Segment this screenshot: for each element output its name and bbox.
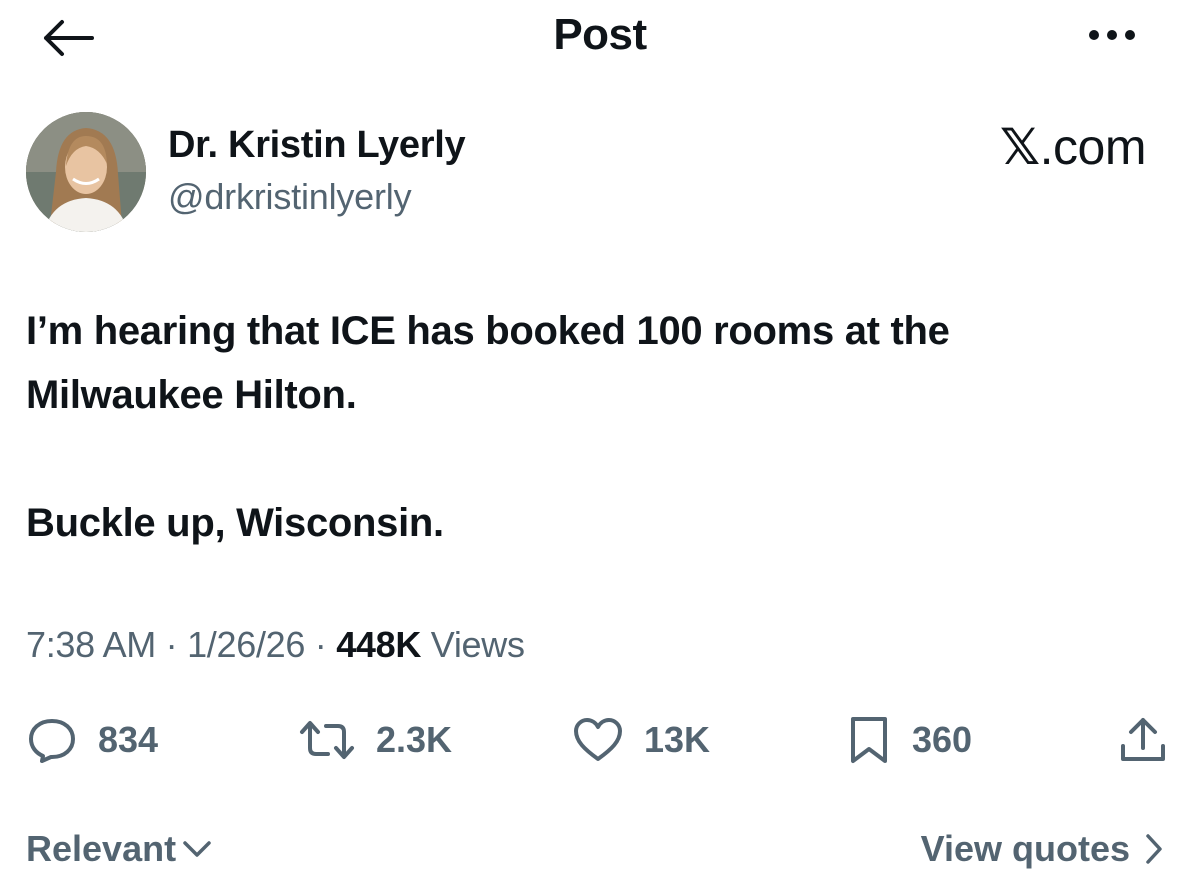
view-quotes-label: View quotes — [920, 828, 1130, 869]
bookmark-button[interactable]: 360 — [846, 712, 972, 768]
x-com-watermark: 𝕏.com — [999, 118, 1147, 176]
bookmark-count: 360 — [912, 719, 973, 760]
share-button[interactable] — [1118, 712, 1168, 768]
share-icon — [1121, 718, 1165, 761]
chevron-right-icon — [1146, 834, 1162, 864]
like-button[interactable]: 13K — [572, 712, 710, 768]
post-text-line-2: Milwaukee Hilton. — [26, 373, 357, 417]
repost-count: 2.3K — [376, 719, 453, 760]
meta-separator: · — [305, 624, 337, 665]
author-name[interactable]: Dr. Kristin Lyerly — [168, 124, 466, 167]
views-count: 448K — [336, 624, 422, 665]
post-text-line-1: I’m hearing that ICE has booked 100 room… — [26, 309, 950, 353]
reply-count: 834 — [98, 719, 159, 760]
post-text-line-3: Buckle up, Wisconsin. — [26, 501, 444, 545]
post-date[interactable]: 1/26/26 — [187, 624, 305, 665]
repost-button[interactable]: 2.3K — [298, 712, 452, 768]
view-quotes-link[interactable]: View quotes — [921, 828, 1164, 870]
author-handle[interactable]: @drkristinlyerly — [168, 176, 412, 218]
page-title: Post — [553, 10, 647, 59]
avatar[interactable] — [26, 112, 146, 232]
reply-button[interactable]: 834 — [26, 712, 158, 768]
reply-icon — [29, 719, 75, 763]
like-count: 13K — [644, 719, 711, 760]
more-icon — [1089, 30, 1135, 40]
sort-replies-dropdown[interactable]: Relevant — [26, 828, 212, 870]
more-button[interactable] — [1082, 20, 1142, 50]
chevron-down-icon — [183, 841, 211, 857]
meta-separator: · — [155, 624, 188, 665]
avatar-photo — [26, 112, 146, 232]
repost-icon — [300, 721, 354, 759]
bookmark-icon — [851, 717, 887, 763]
post-meta: 7:38 AM · 1/26/26 · 448K Views — [26, 624, 525, 666]
sort-label: Relevant — [26, 828, 177, 869]
post-time[interactable]: 7:38 AM — [26, 624, 156, 665]
heart-icon — [574, 718, 622, 761]
views-label: Views — [421, 624, 525, 665]
